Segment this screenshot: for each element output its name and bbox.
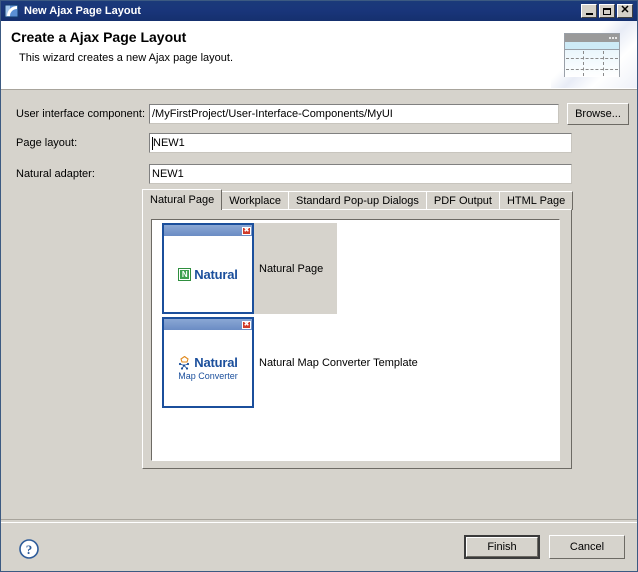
natural-map-converter-icon bbox=[178, 355, 191, 370]
close-button[interactable]: ✕ bbox=[617, 4, 633, 18]
footer-buttons: Finish Cancel bbox=[464, 535, 625, 559]
logo-word: Natural bbox=[194, 355, 238, 370]
finish-button-label: Finish bbox=[487, 541, 517, 553]
list-item[interactable]: ✖ N Natural Natural Page bbox=[162, 223, 337, 314]
dialog-body: User interface component: /MyFirstProjec… bbox=[1, 90, 637, 571]
cancel-button[interactable]: Cancel bbox=[549, 535, 625, 559]
user-interface-component-label: User interface component: bbox=[16, 108, 146, 120]
tab-label: Natural Page bbox=[150, 194, 215, 206]
footer-divider bbox=[1, 519, 637, 523]
tab-pdf-output[interactable]: PDF Output bbox=[425, 191, 500, 210]
minimize-button[interactable] bbox=[581, 4, 597, 18]
logo-subtitle: Map Converter bbox=[178, 371, 238, 381]
title-bar: New Ajax Page Layout ✕ bbox=[1, 1, 637, 21]
template-label: Natural Page bbox=[254, 223, 337, 314]
natural-adapter-label: Natural adapter: bbox=[16, 168, 95, 180]
tab-label: PDF Output bbox=[433, 195, 492, 207]
tab-workplace[interactable]: Workplace bbox=[221, 191, 289, 210]
close-icon: ✕ bbox=[620, 4, 630, 16]
tab-label: Workplace bbox=[229, 195, 281, 207]
natural-n-icon: N bbox=[178, 267, 192, 281]
page-title: Create a Ajax Page Layout bbox=[11, 29, 187, 45]
tab-strip: Natural Page Workplace Standard Pop-up D… bbox=[142, 189, 574, 210]
tab-natural-page[interactable]: Natural Page bbox=[142, 189, 223, 210]
wizard-header: Create a Ajax Page Layout This wizard cr… bbox=[1, 21, 637, 90]
user-interface-component-value: /MyFirstProject/User-Interface-Component… bbox=[152, 108, 393, 120]
finish-button[interactable]: Finish bbox=[464, 535, 540, 559]
page-layout-label: Page layout: bbox=[16, 137, 78, 149]
template-label: Natural Map Converter Template bbox=[259, 356, 418, 369]
thumbnail-close-icon: ✖ bbox=[242, 320, 251, 329]
maximize-button[interactable] bbox=[599, 4, 615, 18]
page-layout-input[interactable]: NEW1 bbox=[149, 133, 572, 153]
svg-text:?: ? bbox=[26, 542, 33, 557]
window-controls: ✕ bbox=[581, 4, 633, 18]
user-interface-component-input[interactable]: /MyFirstProject/User-Interface-Component… bbox=[149, 104, 559, 124]
natural-adapter-value: NEW1 bbox=[152, 168, 184, 180]
tab-standard-popup-dialogs[interactable]: Standard Pop-up Dialogs bbox=[287, 191, 427, 210]
dialog-window: New Ajax Page Layout ✕ Create a Ajax Pag… bbox=[0, 0, 638, 572]
tab-html-page[interactable]: HTML Page bbox=[498, 191, 574, 210]
template-thumbnail: ✖ Natural Map Converter bbox=[162, 317, 254, 408]
page-layout-value: NEW1 bbox=[153, 137, 185, 149]
list-item[interactable]: ✖ Natural Map Converter Natural Map Conv… bbox=[162, 317, 424, 408]
window-title: New Ajax Page Layout bbox=[24, 5, 141, 17]
page-layout-banner-icon bbox=[551, 21, 637, 88]
page-layout-icon bbox=[4, 3, 20, 19]
logo-word: Natural bbox=[194, 266, 238, 282]
natural-adapter-input[interactable]: NEW1 bbox=[149, 164, 572, 184]
browse-button-label: Browse... bbox=[575, 108, 621, 120]
tab-panel-natural-page: ✖ N Natural Natural Page ✖ Natural Map C… bbox=[142, 209, 572, 469]
tab-label: HTML Page bbox=[506, 195, 566, 207]
cancel-button-label: Cancel bbox=[569, 541, 605, 553]
tab-label: Standard Pop-up Dialogs bbox=[295, 195, 419, 207]
browse-button[interactable]: Browse... bbox=[567, 103, 629, 125]
template-tabs: Natural Page Workplace Standard Pop-up D… bbox=[142, 189, 574, 469]
template-thumbnail: ✖ N Natural bbox=[162, 223, 254, 314]
page-subtitle: This wizard creates a new Ajax page layo… bbox=[19, 52, 234, 64]
template-list[interactable]: ✖ N Natural Natural Page ✖ Natural Map C… bbox=[151, 219, 560, 461]
help-question-icon[interactable]: ? bbox=[18, 538, 40, 560]
thumbnail-close-icon: ✖ bbox=[242, 226, 251, 235]
